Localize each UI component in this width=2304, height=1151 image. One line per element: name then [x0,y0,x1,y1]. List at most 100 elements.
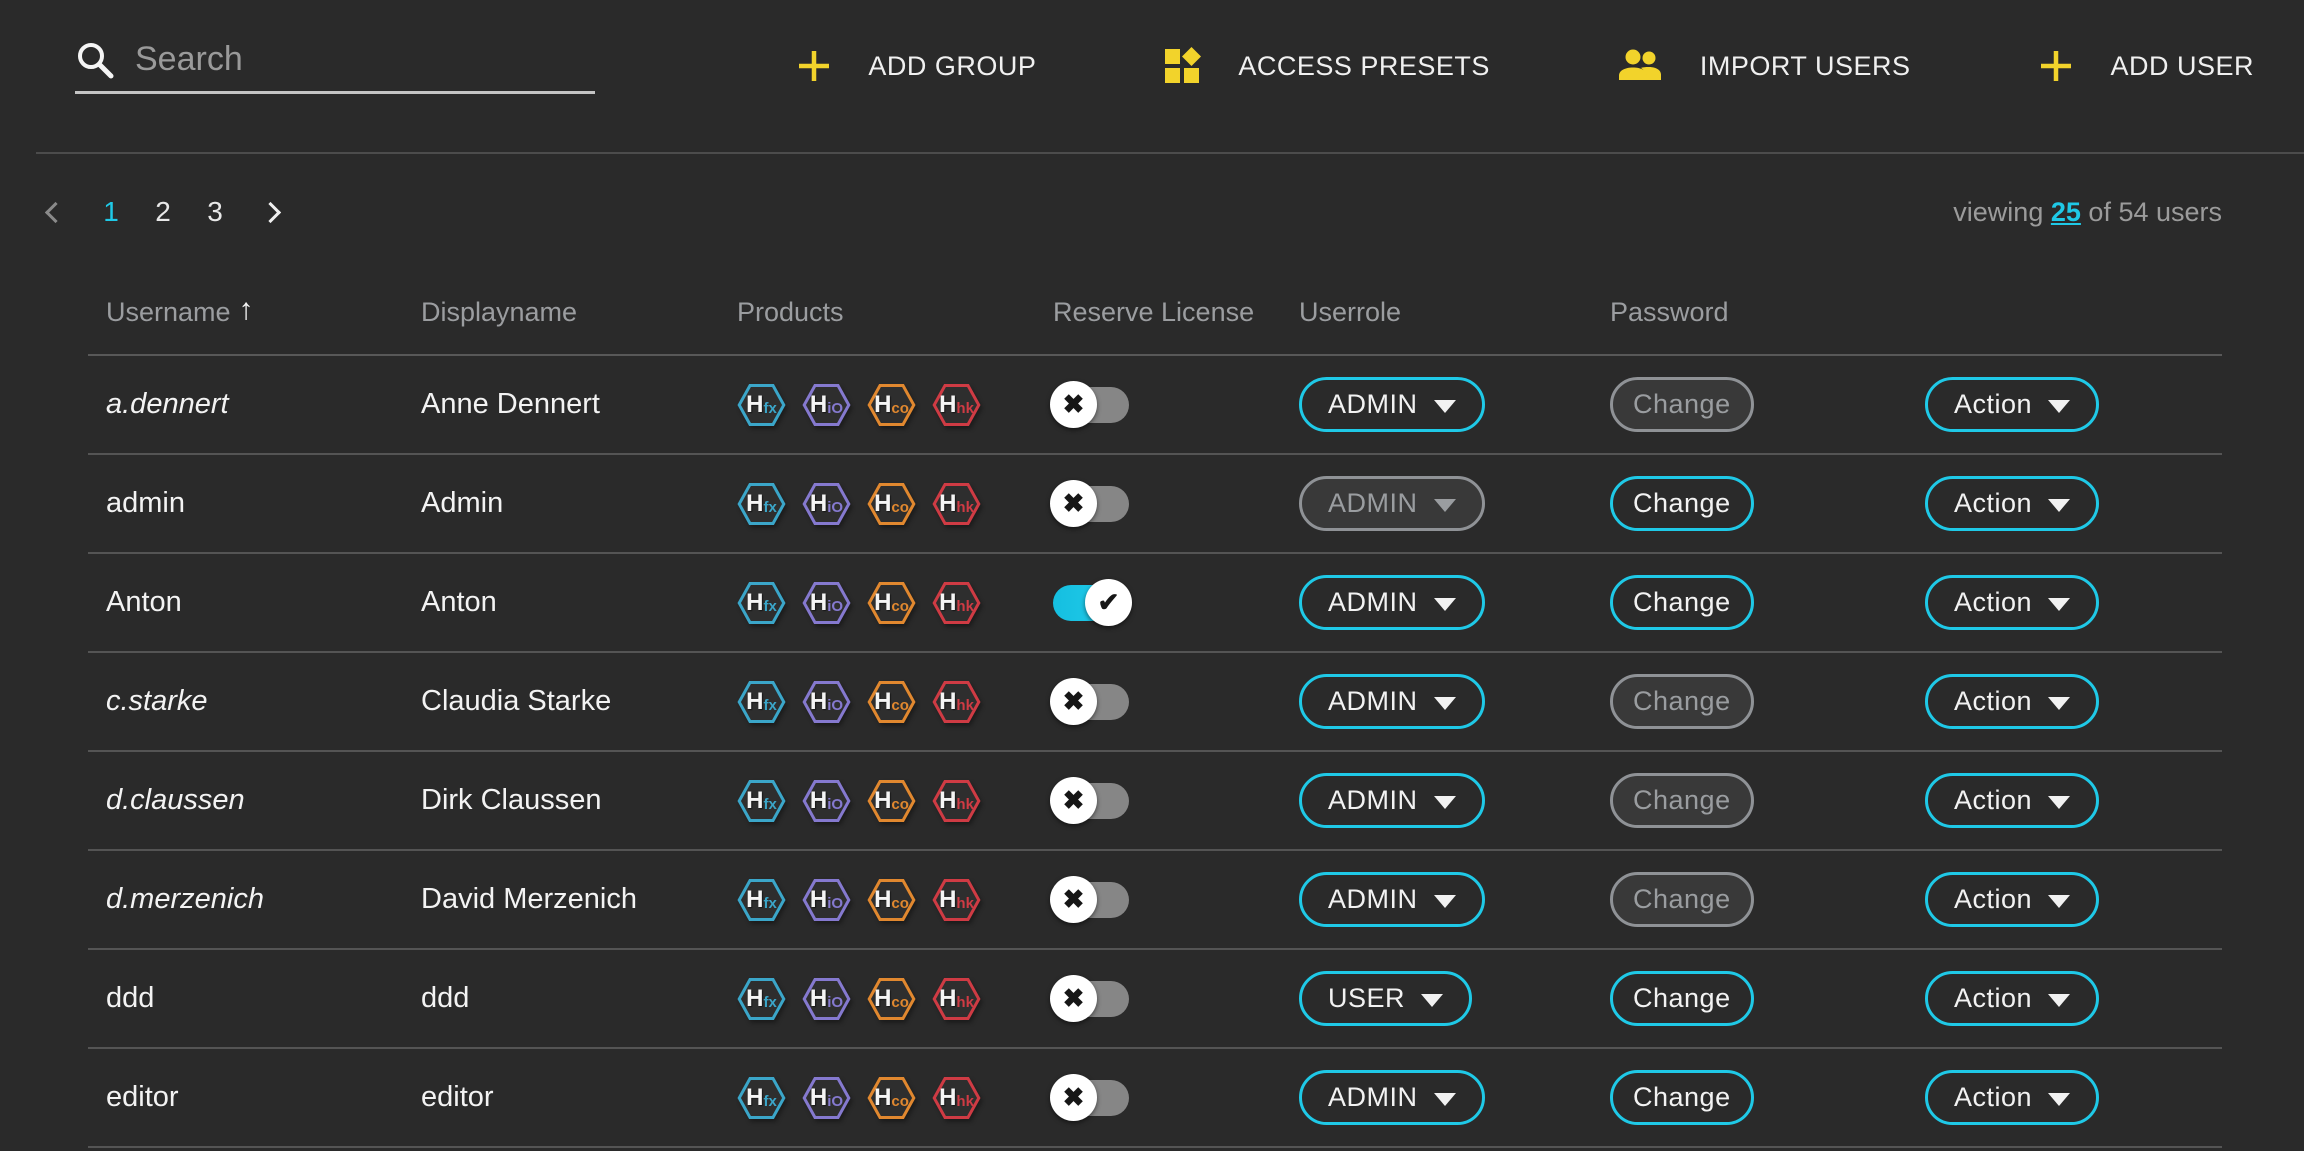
add-user-button[interactable]: ADD USER [2038,48,2254,84]
userrole-dropdown[interactable]: ADMIN [1299,1070,1485,1125]
action-dropdown[interactable]: Action [1925,476,2099,531]
header-username[interactable]: Username ↑ [106,295,421,329]
product-icon-hco[interactable]: Hco [867,1076,916,1120]
userrole-dropdown[interactable]: ADMIN [1299,773,1485,828]
reserve-license-toggle[interactable]: ✖ [1053,480,1131,527]
userrole-dropdown[interactable]: ADMIN [1299,872,1485,927]
page-button-2[interactable]: 2 [153,196,173,228]
username-cell: d.merzenich [106,883,421,916]
header-userrole[interactable]: Userrole [1299,297,1610,328]
page-button-3[interactable]: 3 [205,196,225,228]
product-icon-hco[interactable]: Hco [867,878,916,922]
reserve-license-toggle[interactable]: ✖ [1053,1074,1131,1121]
product-icon-hfx[interactable]: Hfx [737,680,786,724]
action-dropdown[interactable]: Action [1925,377,2099,432]
product-icon-hco[interactable]: Hco [867,680,916,724]
action-dropdown[interactable]: Action [1925,773,2099,828]
search-box[interactable] [75,28,595,94]
reserve-license-toggle[interactable]: ✖ [1053,876,1131,923]
product-icon-hfx[interactable]: Hfx [737,482,786,526]
action-dropdown[interactable]: Action [1925,674,2099,729]
product-icon-hco[interactable]: Hco [867,482,916,526]
product-icon-hfx[interactable]: Hfx [737,878,786,922]
product-icon-hco[interactable]: Hco [867,581,916,625]
action-dropdown[interactable]: Action [1925,872,2099,927]
chevron-down-icon [2048,796,2070,809]
reserve-license-toggle[interactable]: ✖ [1053,777,1131,824]
userrole-dropdown[interactable]: ADMIN [1299,575,1485,630]
product-icon-hhk[interactable]: Hhk [932,878,981,922]
table-row: a.dennert Anne Dennert HfxHiOHcoHhk ✖ AD… [88,356,2222,455]
access-presets-button[interactable]: ACCESS PRESETS [1164,47,1490,85]
header-displayname[interactable]: Displayname [421,297,737,328]
reserve-license-toggle[interactable]: ✖ [1053,381,1131,428]
header-password[interactable]: Password [1610,297,1925,328]
products-cell: Hfx HiO Hco Hhk [737,779,1053,823]
product-icon-hio[interactable]: HiO [802,383,851,427]
product-icon-hhk[interactable]: Hhk [932,383,981,427]
page-button-1[interactable]: 1 [101,196,121,228]
chevron-down-icon [1434,796,1456,809]
table-row: Anton Anton HfxHiOHcoHhk ✔ ADMIN Change … [88,554,2222,653]
action-dropdown[interactable]: Action [1925,971,2099,1026]
product-icon-hio[interactable]: HiO [802,878,851,922]
password-change-button[interactable]: Change [1610,575,1754,630]
password-change-button[interactable]: Change [1610,773,1754,828]
product-icon-hco[interactable]: Hco [867,977,916,1021]
chevron-down-icon [1434,895,1456,908]
password-change-button[interactable]: Change [1610,971,1754,1026]
next-page-icon[interactable] [260,201,281,222]
displayname-cell: editor [421,1081,737,1114]
header-reserve-license[interactable]: Reserve License [1053,297,1299,328]
product-icon-hhk[interactable]: Hhk [932,680,981,724]
import-users-button[interactable]: IMPORT USERS [1618,49,1911,83]
product-icon-hio[interactable]: HiO [802,977,851,1021]
product-icon-hhk[interactable]: Hhk [932,482,981,526]
product-icon-hio[interactable]: HiO [802,482,851,526]
reserve-license-toggle[interactable]: ✔ [1053,579,1131,626]
product-icon-hio[interactable]: HiO [802,581,851,625]
product-icon-hhk[interactable]: Hhk [932,779,981,823]
table-header-row: Username ↑ Displayname Products Reserve … [88,270,2222,356]
product-icon-hco[interactable]: Hco [867,383,916,427]
password-change-button[interactable]: Change [1610,377,1754,432]
product-icon-hfx[interactable]: Hfx [737,779,786,823]
product-icon-hhk[interactable]: Hhk [932,977,981,1021]
sort-ascending-icon: ↑ [239,293,254,327]
password-change-button[interactable]: Change [1610,1070,1754,1125]
password-change-button[interactable]: Change [1610,476,1754,531]
userrole-dropdown[interactable]: USER [1299,971,1472,1026]
product-icon-hhk[interactable]: Hhk [932,1076,981,1120]
userrole-dropdown[interactable]: ADMIN [1299,674,1485,729]
chevron-down-icon [1434,499,1456,512]
reserve-license-toggle[interactable]: ✖ [1053,678,1131,725]
search-input[interactable] [135,40,595,79]
product-icon-hfx[interactable]: Hfx [737,581,786,625]
password-change-button[interactable]: Change [1610,674,1754,729]
displayname-cell: Admin [421,487,737,520]
viewing-count-link[interactable]: 25 [2051,197,2081,227]
people-icon [1618,49,1664,83]
add-group-button[interactable]: ADD GROUP [796,48,1036,84]
reserve-license-toggle[interactable]: ✖ [1053,975,1131,1022]
product-icon-hfx[interactable]: Hfx [737,1076,786,1120]
chevron-down-icon [2048,994,2070,1007]
table-body: a.dennert Anne Dennert HfxHiOHcoHhk ✖ AD… [88,356,2222,1148]
action-dropdown[interactable]: Action [1925,575,2099,630]
header-products[interactable]: Products [737,297,1053,328]
product-icon-hfx[interactable]: Hfx [737,977,786,1021]
chevron-down-icon [1434,1093,1456,1106]
action-dropdown[interactable]: Action [1925,1070,2099,1125]
product-icon-hco[interactable]: Hco [867,779,916,823]
product-icon-hfx[interactable]: Hfx [737,383,786,427]
product-icon-hhk[interactable]: Hhk [932,581,981,625]
previous-page-icon[interactable] [45,201,66,222]
product-icon-hio[interactable]: HiO [802,1076,851,1120]
userrole-dropdown[interactable]: ADMIN [1299,377,1485,432]
chevron-down-icon [2048,895,2070,908]
table-row: admin Admin HfxHiOHcoHhk ✖ ADMIN Change … [88,455,2222,554]
product-icon-hio[interactable]: HiO [802,680,851,724]
password-change-button[interactable]: Change [1610,872,1754,927]
userrole-dropdown[interactable]: ADMIN [1299,476,1485,531]
product-icon-hio[interactable]: HiO [802,779,851,823]
